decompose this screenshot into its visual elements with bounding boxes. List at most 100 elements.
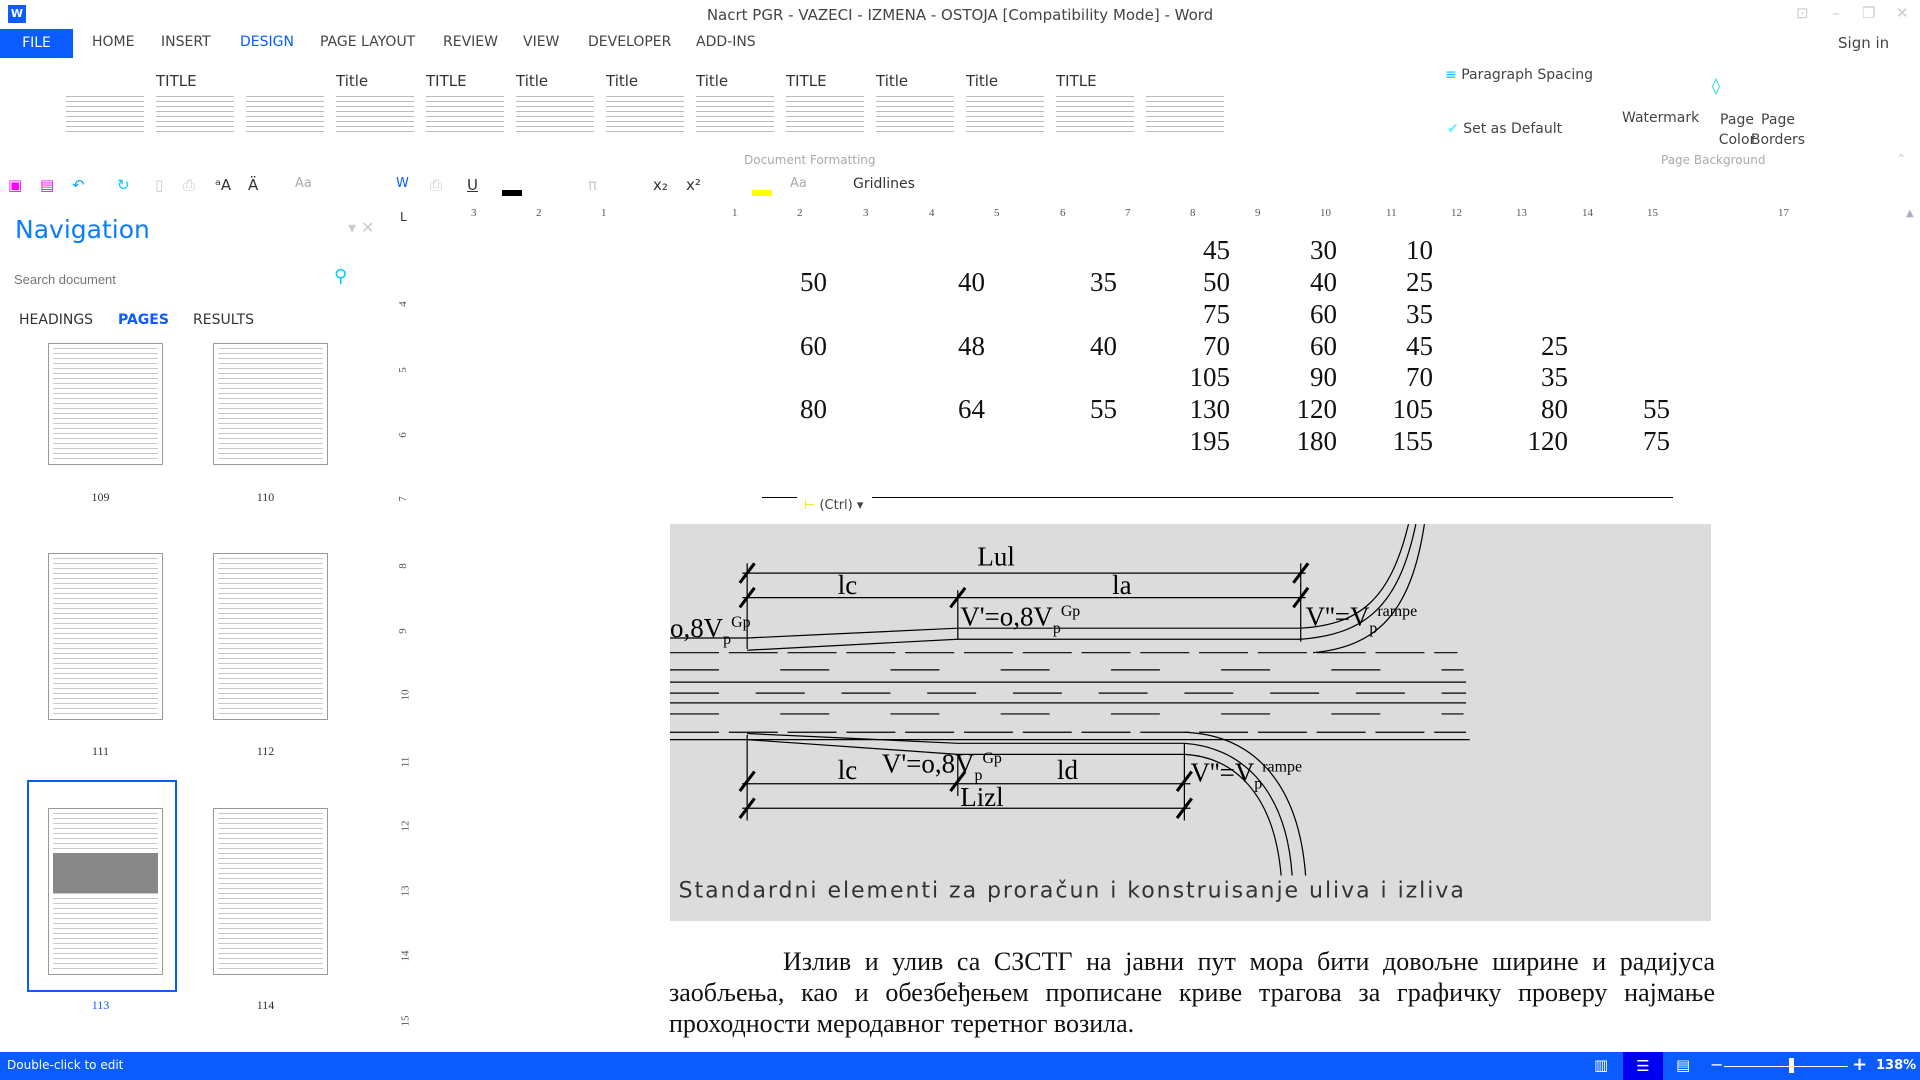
page-thumbnail-109[interactable] [48,343,163,465]
word-icon[interactable]: W [396,176,409,191]
table-cell: 35 [1406,299,1433,329]
ruler-number: 8 [396,563,409,569]
gridlines-button[interactable]: Gridlines [853,176,915,192]
highlight-button[interactable] [752,190,772,196]
underline-button[interactable]: U [467,176,478,194]
style-set-title [1146,72,1224,92]
table-cell: 70 [1203,331,1230,361]
table-cell: 25 [1406,267,1433,297]
label-speed-v2-lower: V''=Vprampe [1191,757,1303,792]
change-case-icon[interactable]: Ä [248,176,258,194]
page-thumbnail-112[interactable] [213,553,328,720]
tab-view[interactable]: VIEW [523,34,559,50]
tab-results[interactable]: RESULTS [193,312,254,328]
style-set-item[interactable]: Title [876,72,954,136]
body-paragraph[interactable]: Излив и улив са СЗСТГ на јавни пут мора … [669,946,1715,1039]
paste-options-button[interactable]: ⊢ (Ctrl) ▾ [804,498,863,513]
zoom-level[interactable]: 138% [1876,1058,1916,1073]
ribbon-display-icon[interactable]: ⊡ [1796,4,1809,22]
close-pane-icon[interactable]: ▾ ✕ [348,218,375,237]
accel-lane-line [747,638,1301,651]
print-preview-icon[interactable]: ⎙ [183,176,195,194]
style-set-preview [606,92,684,132]
collapse-ribbon-icon[interactable]: ⌃ [1896,152,1906,166]
zoom-in-button[interactable]: + [1852,1054,1867,1075]
tab-headings[interactable]: HEADINGS [19,312,93,328]
minimize-button[interactable]: – [1832,4,1840,22]
style-set-preview [786,92,864,132]
style-set-item[interactable]: Title [516,72,594,136]
tab-home[interactable]: HOME [92,34,134,50]
page-thumbnail-111[interactable] [48,553,163,720]
table-cell: 180 [1296,426,1338,456]
style-set-item[interactable] [246,72,324,136]
tab-file[interactable]: FILE [0,29,73,58]
style-set-item[interactable]: Title [966,72,1044,136]
table-cell: 55 [1643,394,1670,424]
save-icon[interactable]: ▣ [8,176,22,194]
set-as-default-button[interactable]: ✔ Set as Default [1447,121,1562,137]
page-thumbnail-113[interactable] [48,808,163,975]
style-set-item[interactable]: TITLE [426,72,504,136]
tab-design[interactable]: DESIGN [240,34,294,50]
tab-developer[interactable]: DEVELOPER [588,34,671,50]
undo-icon[interactable]: ↶ [72,176,85,194]
style-set-item[interactable]: Title [336,72,414,136]
sign-in-link[interactable]: Sign in [1838,34,1889,52]
style-set-title: Title [336,72,369,90]
page-borders-button[interactable]: Page Borders [1748,110,1808,150]
tab-add-ins[interactable]: ADD-INS [696,34,756,50]
zoom-slider[interactable] [1724,1066,1848,1067]
superscript-button[interactable]: x² [686,176,701,194]
page-thumbnail-110[interactable] [213,343,328,465]
table-cell: 105 [1392,394,1434,424]
search-icon[interactable]: ⚲ [334,266,347,287]
style-set-item[interactable] [66,72,144,136]
web-layout-icon[interactable]: ▤ [1676,1056,1690,1074]
watermark-button[interactable]: Watermark [1622,110,1699,126]
paste-icon[interactable]: ▯ [155,176,163,194]
ruler-number: 6 [1060,207,1066,219]
pi-icon[interactable]: π [588,176,597,194]
paragraph-spacing-button[interactable]: ≡ Paragraph Spacing [1445,67,1593,83]
zoom-slider-thumb[interactable] [1789,1058,1794,1073]
style-set-item[interactable] [1146,72,1224,136]
ruler-number: 4 [396,301,409,307]
aa-button[interactable]: Aa [790,176,807,191]
table-cell: 120 [1296,394,1338,424]
tab-pages[interactable]: PAGES [118,312,169,328]
table-cell: 60 [1310,299,1337,329]
style-set-item[interactable]: TITLE [786,72,864,136]
styles-button[interactable]: Aa [295,176,312,191]
tab-stop-selector[interactable]: L [400,210,407,224]
label-ld: ld [1057,755,1078,785]
road-diagram-figure[interactable]: Lul lc la lc ld Lizl o,8VpGp V'=o,8VpGp … [670,523,1711,921]
subscript-button[interactable]: x₂ [653,176,668,194]
print-layout-icon[interactable]: ☰ [1623,1052,1663,1080]
style-set-item[interactable]: TITLE [1056,72,1134,136]
redo-icon[interactable]: ↻ [117,176,130,194]
style-set-item[interactable]: Title [606,72,684,136]
tab-insert[interactable]: INSERT [161,34,211,50]
search-document-input[interactable] [14,268,354,290]
read-mode-icon[interactable]: ▥ [1594,1056,1608,1074]
paragraph-spacing-icon: ≡ [1445,67,1462,83]
zoom-out-button[interactable]: − [1710,1055,1723,1074]
page-number: 113 [91,998,110,1012]
style-set-item[interactable]: TITLE [156,72,234,136]
table-cell: 35 [1090,267,1117,297]
scroll-up-icon[interactable]: ▲ [1906,208,1914,219]
style-set-preview [336,92,414,132]
page-thumbnail-114[interactable] [213,808,328,975]
close-button[interactable]: ✕ [1896,4,1909,22]
style-set-item[interactable]: Title [696,72,774,136]
font-size-icon[interactable]: ᵃA [215,176,231,194]
tab-page-layout[interactable]: PAGE LAYOUT [320,34,415,50]
font-color-button[interactable] [502,190,522,196]
table-cell: 90 [1310,362,1337,392]
save-as-icon[interactable]: ▤ [40,176,54,194]
tab-review[interactable]: REVIEW [443,34,498,50]
table-cell: 155 [1392,426,1434,456]
restore-button[interactable]: ❐ [1862,4,1875,22]
print-icon[interactable]: ⎙ [430,176,442,194]
